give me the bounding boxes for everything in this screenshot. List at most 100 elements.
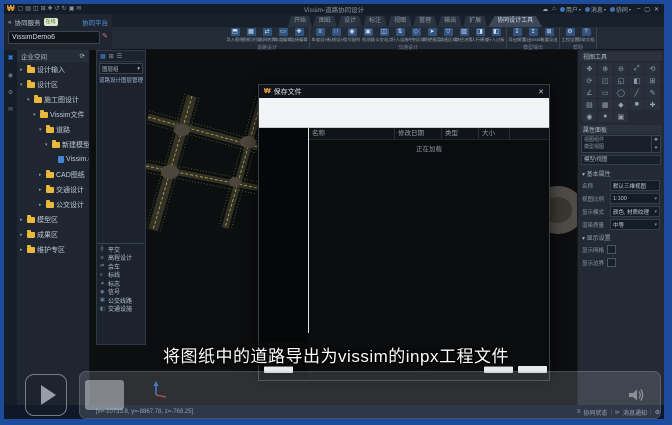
ribbon-button[interactable]: ⊞ 批量导出: [542, 28, 556, 43]
ribbon-tab[interactable]: 视图: [388, 16, 412, 27]
ribbon-tab[interactable]: 输出: [438, 16, 462, 27]
property-value[interactable]: 默认三维视图: [610, 180, 660, 191]
window-control-button[interactable]: ✕: [652, 6, 661, 13]
file-list-column-header[interactable]: 名称: [309, 128, 395, 139]
ribbon-button[interactable]: ⇅ 行人设施: [393, 28, 407, 43]
play-button[interactable]: [25, 374, 67, 416]
layer-list-item[interactable]: ⇄ 会车: [97, 262, 145, 271]
view-tool-icon[interactable]: ▦: [598, 99, 613, 110]
tree-item[interactable]: ▸ 成果区: [17, 227, 89, 242]
qat-icon[interactable]: ✚: [48, 4, 53, 14]
project-name-input[interactable]: [8, 31, 100, 44]
view-tool-icon[interactable]: ◆: [614, 99, 629, 110]
platform-link[interactable]: 协同平台: [82, 17, 108, 27]
view-tool-icon[interactable]: ▣: [614, 111, 629, 122]
section-display-settings[interactable]: ▾ 显示设置: [580, 231, 662, 243]
ribbon-button[interactable]: ▥ 路径决策: [457, 28, 471, 43]
view-tool-icon[interactable]: ◧: [629, 75, 644, 86]
layer-toolbar-icon[interactable]: ▦: [100, 53, 106, 60]
qat-icon[interactable]: ↺: [55, 4, 60, 14]
tree-item[interactable]: ▸ 模型区: [17, 212, 89, 227]
view-tool-icon[interactable]: ◉: [582, 111, 597, 122]
ribbon-button[interactable]: ▽ 减速区域: [441, 28, 455, 43]
tree-expand-icon[interactable]: ▸: [20, 247, 25, 253]
view-tool-icon[interactable]: ●: [598, 111, 613, 122]
tree-expand-icon[interactable]: ▾: [33, 112, 38, 118]
ribbon-button[interactable]: ⬒ 导入图纸: [228, 28, 242, 43]
ribbon-tab[interactable]: 标注: [363, 16, 387, 27]
tree-expand-icon[interactable]: ▸: [20, 232, 25, 238]
checkbox[interactable]: [607, 245, 616, 254]
ribbon-tab[interactable]: 图纸: [313, 16, 337, 27]
qat-icon[interactable]: ⊞: [41, 4, 46, 14]
close-icon[interactable]: ✕: [538, 88, 544, 96]
checkbox[interactable]: [607, 258, 616, 267]
ribbon-tab[interactable]: 扩展: [463, 16, 487, 27]
file-list-column-header[interactable]: 修改日期: [395, 128, 442, 139]
layer-list-item[interactable]: ▣ 公交线路: [97, 296, 145, 305]
ribbon-button[interactable]: ◨ 人行横道: [473, 28, 487, 43]
layer-list-item[interactable]: ◉ 信号: [97, 288, 145, 297]
ribbon-button[interactable]: ⚙ 工程设置: [563, 28, 577, 43]
x-logo-icon[interactable]: ✖: [8, 54, 14, 62]
properties-selector[interactable]: 视图组件模型视图 ✚ ▾: [581, 135, 661, 153]
ribbon-button[interactable]: ✚ 连接编辑: [292, 28, 306, 43]
tree-item[interactable]: ▸ 维护专区: [17, 242, 89, 257]
tree-expand-icon[interactable]: ▸: [20, 217, 25, 223]
qat-icon[interactable]: ▤: [25, 4, 31, 14]
tree-item[interactable]: ▸ 交通设计: [17, 182, 89, 197]
ribbon-tab[interactable]: 管理: [413, 16, 437, 27]
ribbon-button[interactable]: ◫ 公交站点: [377, 28, 391, 43]
tree-item[interactable]: ▸ 公交设计: [17, 197, 89, 212]
home-icon[interactable]: ⌂: [552, 6, 556, 12]
view-tool-icon[interactable]: ⟳: [582, 75, 597, 86]
tree-item[interactable]: ▾ Vissim文件: [17, 107, 89, 122]
tree-item[interactable]: ▸ CAD图纸: [17, 167, 89, 182]
settings-gear-icon[interactable]: ⚙: [8, 89, 13, 96]
tree-expand-icon[interactable]: ▸: [20, 67, 25, 73]
view-tool-icon[interactable]: ╱: [629, 87, 644, 98]
view-tool-icon[interactable]: ◱: [614, 75, 629, 86]
qat-icon[interactable]: ✉: [76, 4, 81, 14]
ribbon-button[interactable]: ▦ 图纸识别: [244, 28, 258, 43]
dialog-address-bar[interactable]: [259, 98, 549, 128]
tree-expand-icon[interactable]: ▾: [20, 82, 25, 88]
edit-pencil-icon[interactable]: ✎: [102, 32, 108, 40]
view-tool-icon[interactable]: ✥: [582, 63, 597, 74]
tree-item[interactable]: ▾ 道路: [17, 122, 89, 137]
view-tool-icon[interactable]: ▤: [582, 99, 597, 110]
view-tool-icon[interactable]: ■: [629, 99, 644, 110]
layer-list-item[interactable]: ╬ 平交: [97, 245, 145, 254]
view-tool-icon[interactable]: ◰: [598, 75, 613, 86]
ribbon-button[interactable]: ◧ 行人过街: [489, 28, 503, 43]
layer-toolbar-icon[interactable]: ☰: [117, 53, 122, 60]
add-icon[interactable]: ✚: [654, 137, 658, 143]
view-tool-icon[interactable]: ▭: [598, 87, 613, 98]
tree-expand-icon[interactable]: ▾: [39, 127, 44, 133]
ribbon-button[interactable]: ◇ 冲突区域: [409, 28, 423, 43]
section-basic-properties[interactable]: ▾ 基本属性: [580, 167, 662, 179]
layer-current-item[interactable]: 道路设计图层管理: [97, 75, 145, 85]
view-tool-icon[interactable]: ◯: [614, 87, 629, 98]
ribbon-button[interactable]: ◉ 信号配时: [345, 28, 359, 43]
tree-expand-icon[interactable]: ▾: [45, 142, 50, 148]
titlebar-menu[interactable]: 用户▾: [560, 5, 581, 14]
tree-item[interactable]: ▸ 设计输入: [17, 62, 89, 77]
ribbon-tab[interactable]: 开始: [288, 16, 312, 27]
layer-list-item[interactable]: ▲ 标志: [97, 279, 145, 288]
file-list-column-header[interactable]: 大小: [479, 128, 510, 139]
tree-item[interactable]: Vissim.gnc: [17, 152, 89, 167]
collapse-panel-icon[interactable]: «: [8, 19, 12, 26]
tree-expand-icon[interactable]: ▸: [39, 202, 44, 208]
tree-item[interactable]: ▾ 施工图设计: [17, 92, 89, 107]
ribbon-button[interactable]: ⇄ 路网转换: [260, 28, 274, 43]
qat-icon[interactable]: ◫: [33, 4, 39, 14]
file-list-column-header[interactable]: 类型: [442, 128, 479, 139]
refresh-icon[interactable]: ⟳: [80, 52, 85, 60]
qat-icon[interactable]: ↻: [62, 4, 67, 14]
titlebar-menu[interactable]: 消息▾: [585, 5, 606, 14]
qat-icon[interactable]: ▢: [18, 4, 24, 14]
ribbon-tab[interactable]: 设计: [338, 16, 362, 27]
property-value[interactable]: 颜色, 材质纹理▾: [610, 206, 660, 217]
qat-icon[interactable]: ▣: [69, 4, 75, 14]
